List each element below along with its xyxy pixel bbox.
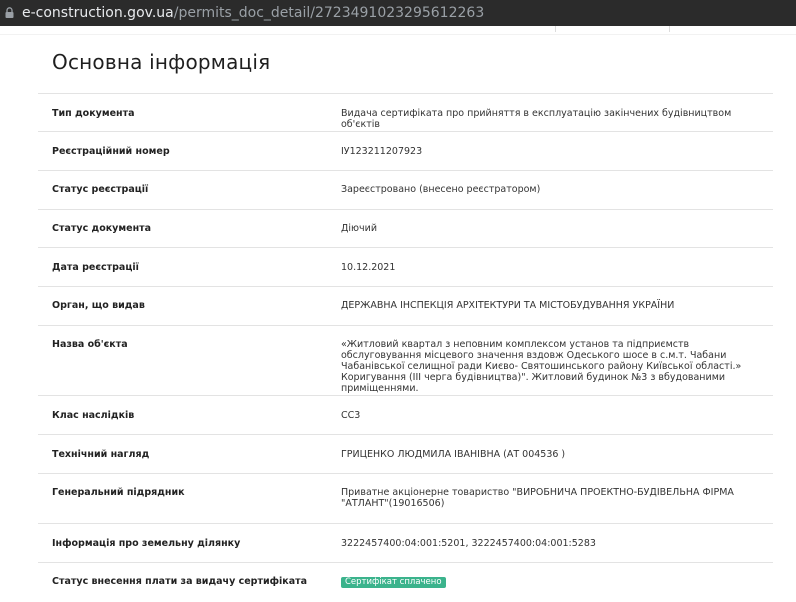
table-row: Тип документа Видача сертифіката про при… (38, 93, 773, 131)
row-value: ІУ123211207923 (341, 146, 423, 157)
divider (669, 26, 670, 32)
row-label: Реєстраційний номер (52, 146, 170, 157)
url-path: /permits_doc_detail/2723491023295612263 (173, 5, 485, 21)
row-value: 10.12.2021 (341, 262, 396, 273)
row-value: СС3 (341, 410, 361, 421)
status-badge: Сертифікат сплачено (341, 577, 446, 588)
table-row: Генеральний підрядник Приватне акціонерн… (38, 473, 773, 523)
row-value: Видача сертифіката про прийняття в експл… (341, 108, 732, 130)
url-text[interactable]: e-construction.gov.ua/permits_doc_detail… (22, 0, 484, 26)
address-bar[interactable]: e-construction.gov.ua/permits_doc_detail… (0, 0, 796, 26)
table-row: Статус документа Діючий (38, 209, 773, 247)
row-label: Статус документа (52, 223, 152, 234)
row-value: Приватне акціонерне товариство "ВИРОБНИЧ… (341, 487, 734, 509)
row-label: Статус внесення плати за видачу сертифік… (52, 576, 308, 587)
row-label: Генеральний підрядник (52, 487, 185, 498)
row-label: Статус реєстрації (52, 184, 149, 195)
row-value: ГРИЦЕНКО ЛЮДМИЛА ІВАНІВНА (АТ 004536 ) (341, 449, 566, 460)
row-label: Інформація про земельну ділянку (52, 538, 241, 549)
table-row: Технічний нагляд ГРИЦЕНКО ЛЮДМИЛА ІВАНІВ… (38, 434, 773, 473)
row-label: Технічний нагляд (52, 449, 150, 460)
row-label: Назва об'єкта (52, 339, 128, 350)
row-value: ДЕРЖАВНА ІНСПЕКЦІЯ АРХІТЕКТУРИ ТА МІСТОБ… (341, 300, 675, 311)
table-row: Статус внесення плати за видачу сертифік… (38, 562, 773, 592)
row-label: Орган, що видав (52, 300, 145, 311)
row-value: Зареєстровано (внесено реєстратором) (341, 184, 541, 195)
row-value: Сертифікат сплачено (341, 576, 771, 588)
table-row: Інформація про земельну ділянку 32224574… (38, 523, 773, 562)
divider (555, 26, 556, 32)
lock-icon[interactable] (5, 7, 14, 18)
row-value: Діючий (341, 223, 378, 234)
table-row: Орган, що видав ДЕРЖАВНА ІНСПЕКЦІЯ АРХІТ… (38, 286, 773, 325)
page-title: Основна інформація (52, 50, 271, 74)
row-label: Тип документа (52, 108, 135, 119)
table-row: Клас наслідків СС3 (38, 395, 773, 434)
table-row: Назва об'єкта «Житловий квартал з неповн… (38, 325, 773, 395)
row-label: Клас наслідків (52, 410, 135, 421)
row-value: 3222457400:04:001:5201, 3222457400:04:00… (341, 538, 596, 549)
row-value: «Житловий квартал з неповним комплексом … (341, 339, 742, 394)
table-row: Дата реєстрації 10.12.2021 (38, 247, 773, 286)
header-strip (0, 26, 796, 35)
page-content: Основна інформація Тип документа Видача … (0, 26, 796, 602)
table-row: Статус реєстрації Зареєстровано (внесено… (38, 170, 773, 209)
row-label: Дата реєстрації (52, 262, 139, 273)
info-table: Тип документа Видача сертифіката про при… (38, 93, 773, 592)
url-domain: e-construction.gov.ua (22, 5, 174, 21)
table-row: Реєстраційний номер ІУ123211207923 (38, 131, 773, 170)
